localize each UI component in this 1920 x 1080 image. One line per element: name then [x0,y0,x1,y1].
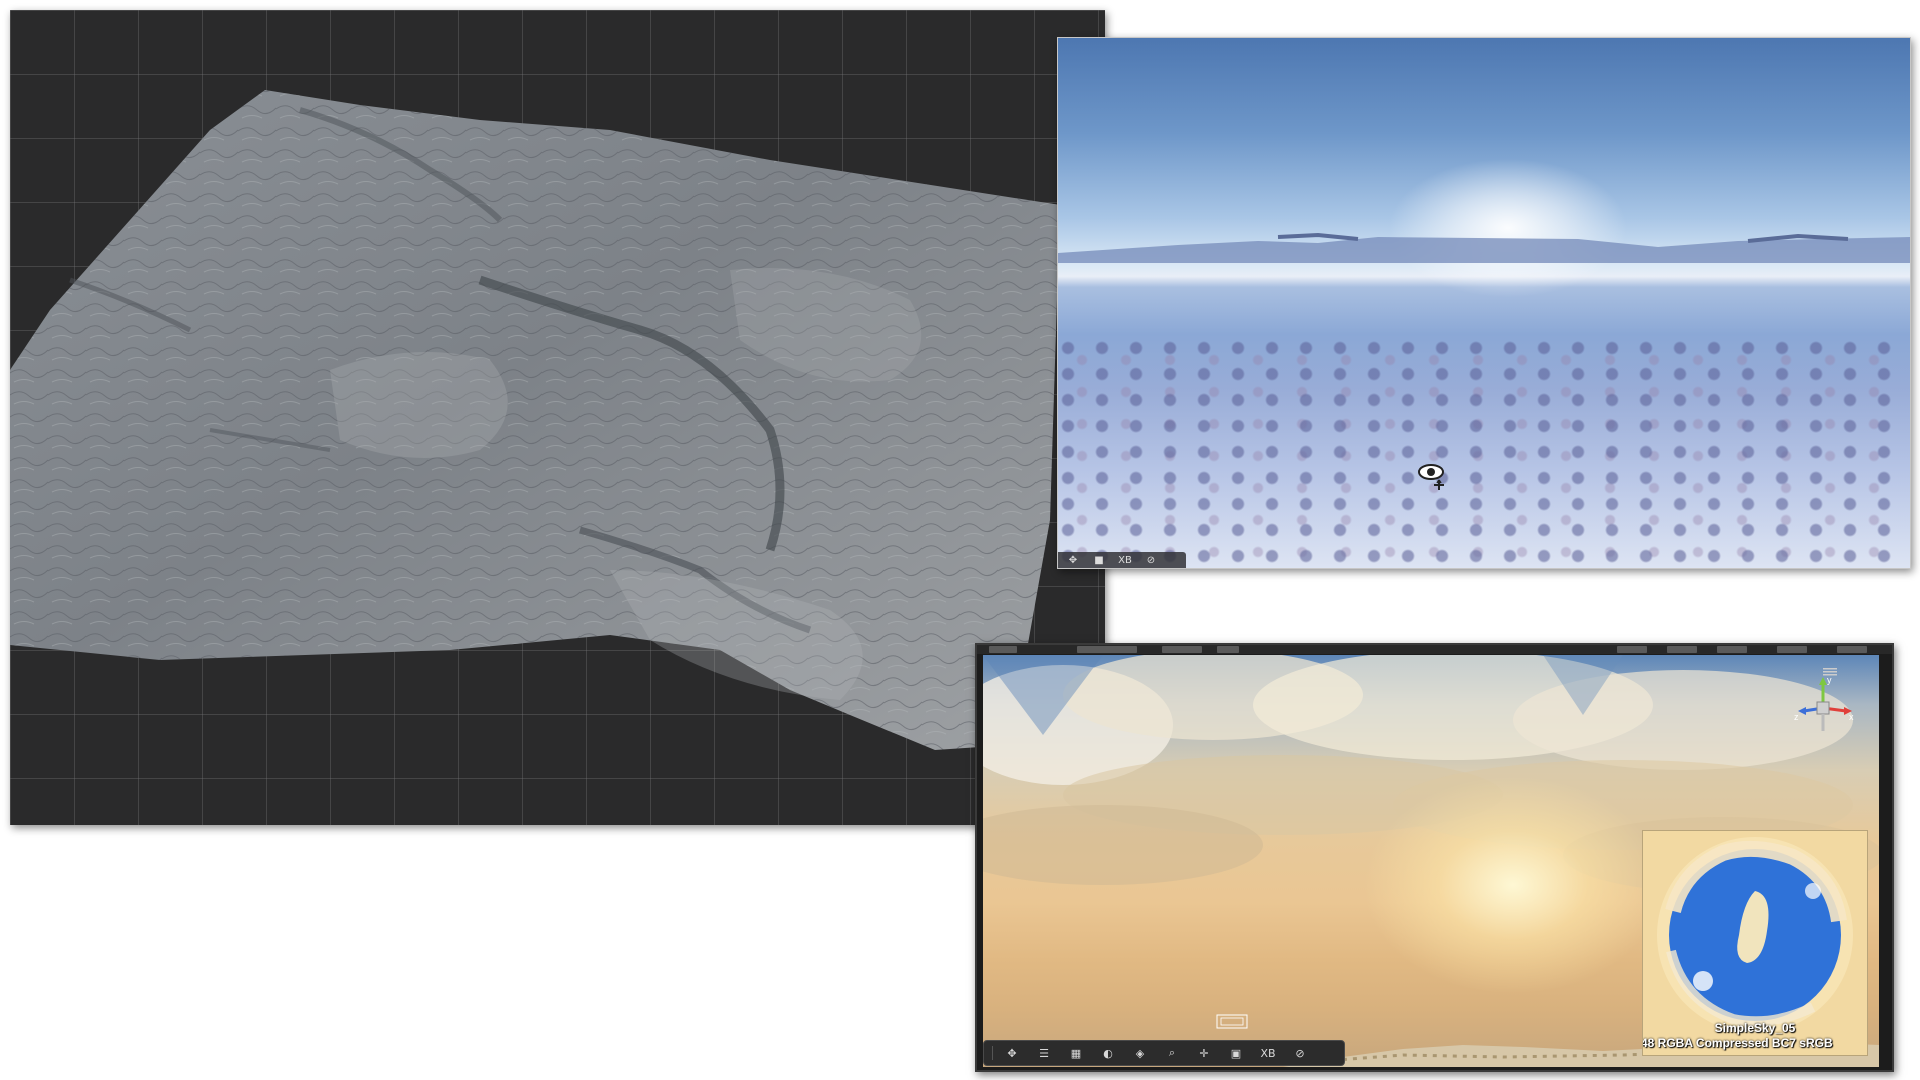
compass-icon[interactable]: ⊘ [1140,555,1162,566]
editor-top-toolbar [977,645,1892,654]
xb-button[interactable]: XB [1114,555,1136,566]
sky-viewport[interactable]: y x z SimpleSky_05 )48 RGBA Compressed B… [983,655,1879,1067]
toolbar-chip[interactable] [1777,646,1807,653]
camera-frustum-icon[interactable] [1215,1012,1255,1032]
align-icon[interactable]: ☰ [1031,1044,1057,1062]
camera-icon[interactable]: ■ [1088,555,1110,566]
eye-gizmo-icon[interactable] [1416,460,1450,494]
distant-ridge [1058,232,1910,263]
lighting-icon[interactable]: ◐ [1095,1044,1121,1062]
move-icon[interactable]: ✥ [1062,555,1084,566]
toolbar-chip[interactable] [1617,646,1647,653]
axis-orientation-gizmo[interactable]: y x z [1788,673,1858,743]
axis-y-label: y [1827,675,1832,685]
toolbar-chip[interactable] [1837,646,1867,653]
move-tool-icon[interactable]: ✥ [999,1044,1025,1062]
grid-icon[interactable]: ▦ [1063,1044,1089,1062]
texture-name: SimpleSky_05 [1714,1021,1796,1035]
toolbar-chip[interactable] [1077,646,1137,653]
scene-view-toolbar: ✥ ☰ ▦ ◐ ◈ ⌕ ✛ ▣ XB ⊘ [983,1040,1345,1066]
terrain-viewport[interactable] [10,10,1105,825]
toolbar-separator [992,1046,993,1060]
pivot-icon[interactable]: ✛ [1191,1044,1217,1062]
snow-shrub-field [1058,338,1910,568]
toolbar-chip[interactable] [989,646,1017,653]
camera-icon[interactable]: ▣ [1223,1044,1249,1062]
texture-preview[interactable]: SimpleSky_05 )48 RGBA Compressed BC7 sRG… [1642,830,1868,1056]
search-icon[interactable]: ⌕ [1159,1044,1185,1062]
axis-z-label: z [1794,712,1799,722]
sky-scene-window[interactable]: y x z SimpleSky_05 )48 RGBA Compressed B… [975,643,1894,1072]
sun-glow [1363,775,1663,995]
texture-format-info: )48 RGBA Compressed BC7 sRGB [1642,1036,1833,1050]
layers-icon[interactable]: ◈ [1127,1044,1153,1062]
menu-icon[interactable] [1823,668,1837,676]
toolbar-chip[interactable] [1717,646,1747,653]
terrain-mesh [10,90,1060,750]
compass-icon[interactable]: ⊘ [1287,1044,1313,1062]
toolbar-chip[interactable] [1217,646,1239,653]
xb-button[interactable]: XB [1255,1044,1281,1062]
axis-x-label: x [1849,712,1854,722]
snow-scene-viewport[interactable]: ✥ ■ XB ⊘ [1057,37,1911,569]
snow-scene-toolbar: ✥ ■ XB ⊘ [1058,552,1186,568]
toolbar-chip[interactable] [1162,646,1202,653]
toolbar-chip[interactable] [1667,646,1697,653]
